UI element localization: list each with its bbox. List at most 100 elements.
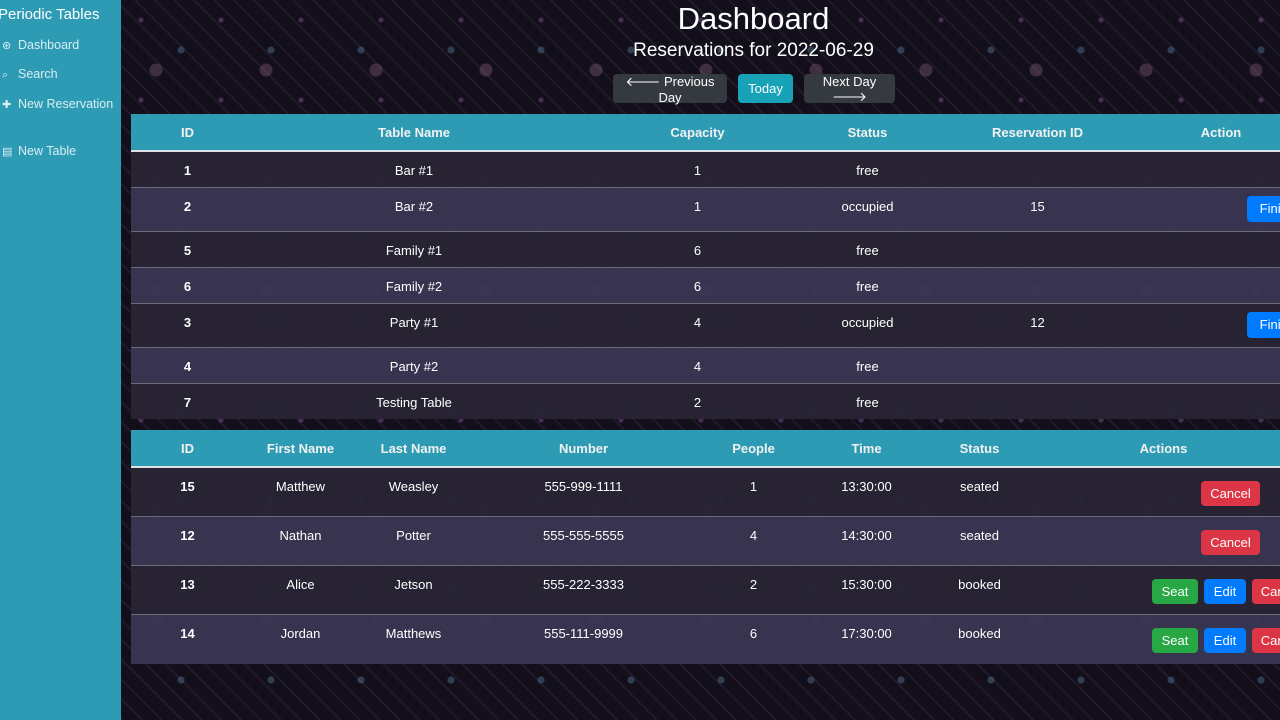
table-cell-id: 7 <box>131 382 244 419</box>
cell-text: 1 <box>693 163 702 178</box>
reservation-cell-number: 555-222-3333 <box>470 565 697 615</box>
tables-table: ID Table Name Capacity Status Reservation ID… <box>131 114 1280 419</box>
cell-text: free <box>856 278 879 294</box>
cell-text: 6 <box>693 278 702 294</box>
reservations-table: ID First Name Last Name Number People Time Sta… <box>131 430 1280 664</box>
cell-text: 2 <box>693 394 702 410</box>
cell-text: Party #1 <box>389 314 439 330</box>
column-header: Status <box>923 430 1036 468</box>
table-cell-reservation-id <box>924 266 1151 303</box>
cell-text: Party #2 <box>389 358 439 374</box>
table-cell-reservation-id: 15 <box>924 186 1151 231</box>
reservation-cell-first: Jordan <box>244 614 357 664</box>
reservation-cell-people: 1 <box>697 466 810 517</box>
cell-text: 555-999-1111 <box>544 479 623 494</box>
reservation-cell-people: 4 <box>697 516 810 566</box>
cell-text: 15:30:00 <box>841 577 892 592</box>
cell-text: 555-222-3333 <box>543 577 624 592</box>
reservation-cell-id: 12 <box>131 516 244 566</box>
cell-text: 13 <box>180 577 195 592</box>
reservation-cell-first: Matthew <box>244 466 357 517</box>
reservation-cell-number: 555-999-1111 <box>470 466 697 517</box>
sidebar-item-label: Dashboard <box>18 38 80 52</box>
table-cell-id: 6 <box>131 266 244 303</box>
sidebar-item-dashboard[interactable]: ⊛ Dashboard <box>2 36 117 55</box>
reservation-cell-people: 2 <box>697 565 810 615</box>
cell-text: 2 <box>183 198 192 214</box>
cell-text: Family #2 <box>385 278 443 294</box>
reservation-cell-number: 555-555-5555 <box>470 516 697 566</box>
cell-text: 14 <box>180 626 195 641</box>
cell-text: free <box>856 242 879 258</box>
reservation-header-row: ID First Name Last Name Number People Time Sta… <box>131 430 1280 468</box>
table-cell-action: Finish <box>1151 186 1280 231</box>
table-cell-status: free <box>811 150 924 187</box>
table-cell-status: free <box>811 346 924 383</box>
reservation-row: 15 Matthew Weasley 555-999-1111 1 13:30:00 sea… <box>131 466 1280 517</box>
dashboard-icon: ⊛ <box>2 40 12 52</box>
sidebar-item-new-reservation[interactable]: ✚ New Reservation <box>2 95 117 114</box>
edit-button[interactable]: Edit <box>1204 628 1246 653</box>
cell-text <box>924 232 1151 243</box>
finish-button[interactable]: Finish <box>1247 311 1280 338</box>
reservation-cell-last: Jetson <box>357 565 470 615</box>
table-cell-id: 5 <box>131 230 244 267</box>
seat-button[interactable]: Seat <box>1152 579 1198 604</box>
cell-text: Potter <box>396 528 431 543</box>
edit-button[interactable]: Edit <box>1204 579 1246 604</box>
action-group: Cancel <box>1036 517 1280 565</box>
table-cell-name: Testing Table <box>244 382 584 419</box>
column-header: Capacity <box>584 114 811 152</box>
previous-day-button[interactable]: 🡐 Previous Day <box>613 74 727 105</box>
page-title: Dashboard <box>677 1 830 36</box>
cell-text: 1 <box>183 163 192 178</box>
finish-button[interactable]: Finish <box>1247 195 1280 222</box>
cell-text: 555-555-5555 <box>543 528 624 543</box>
sidebar-item-search[interactable]: ⌕ Search <box>2 65 117 84</box>
table-cell-reservation-id <box>924 230 1151 267</box>
sidebar-item-new-table[interactable]: ▤ New Table <box>2 142 117 161</box>
today-button[interactable]: Today <box>738 74 793 103</box>
cell-text: 6 <box>749 626 758 641</box>
table-cell-reservation-id <box>924 382 1151 419</box>
cell-text <box>924 384 1151 395</box>
table-cell-id: 1 <box>131 150 244 187</box>
reservation-cell-number: 555-111-9999 <box>470 614 697 664</box>
table-row: 3 Party #1 4 occupied 12 Finish <box>131 302 1280 347</box>
table-cell-capacity: 6 <box>584 230 811 267</box>
cell-text: 4 <box>749 528 758 543</box>
reservation-cell-last: Matthews <box>357 614 470 664</box>
cell-text: 14:30:00 <box>841 528 892 543</box>
table-cell-capacity: 1 <box>584 150 811 187</box>
cancel-button[interactable]: Cancel <box>1201 530 1260 555</box>
column-header: People <box>697 430 810 468</box>
table-cell-name: Family #2 <box>244 266 584 303</box>
table-cell-reservation-id <box>924 150 1151 187</box>
reservation-cell-actions: SeatEditCancel <box>1036 614 1280 664</box>
action-group: SeatEditCancel <box>1036 615 1280 663</box>
cancel-button[interactable]: Cancel <box>1252 579 1280 604</box>
next-day-button[interactable]: Next Day 🡒 <box>804 74 895 104</box>
cell-text: booked <box>958 577 1001 592</box>
app-brand[interactable]: Periodic Tables <box>0 6 99 23</box>
table-cell-action <box>1151 266 1280 303</box>
cancel-button[interactable]: Cancel <box>1252 628 1280 653</box>
seat-button[interactable]: Seat <box>1152 628 1198 653</box>
cell-text: Matthew <box>275 479 326 494</box>
cell-text: 13:30:00 <box>841 479 892 494</box>
cell-text: 7 <box>183 394 192 410</box>
column-header: Action <box>1151 114 1280 152</box>
cell-text: 4 <box>183 358 192 374</box>
table-icon: ▤ <box>2 146 13 158</box>
cell-text: Alice <box>286 577 315 592</box>
cell-text: Weasley <box>388 479 439 494</box>
table-cell-action: Finish <box>1151 302 1280 347</box>
reservation-cell-status: seated <box>923 466 1036 517</box>
reservation-cell-last: Potter <box>357 516 470 566</box>
cancel-button[interactable]: Cancel <box>1201 481 1260 506</box>
plus-icon: ✚ <box>2 99 12 111</box>
cell-text: free <box>856 163 879 178</box>
cell-text: free <box>856 394 879 410</box>
table-cell-reservation-id <box>924 346 1151 383</box>
cell-text: Jetson <box>394 577 433 592</box>
